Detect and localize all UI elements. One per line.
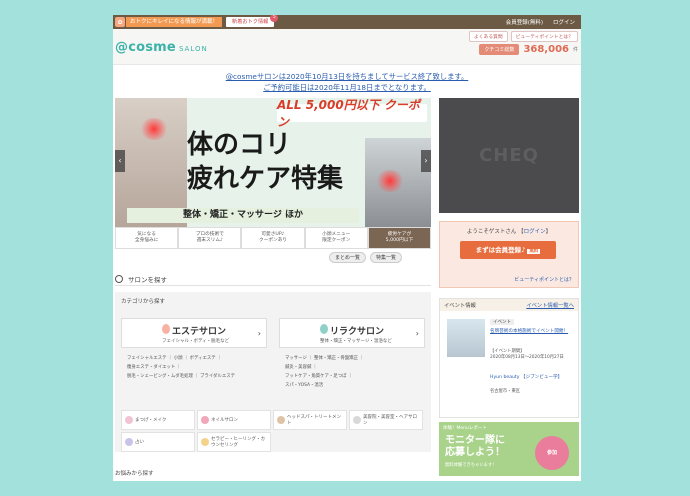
event-photo[interactable] — [447, 319, 485, 357]
banner-subtitle: 整体・矯正・マッサージ ほか — [127, 208, 359, 223]
review-count-unit: 件 — [572, 47, 578, 53]
search-title: サロンを探す — [128, 275, 167, 284]
crystal-ball-icon — [125, 438, 133, 446]
more-links: まとめ一覧 特集一覧 — [329, 252, 403, 263]
event-tag: イベント — [490, 319, 514, 325]
event2-location: 名古屋市・東区 — [490, 389, 521, 394]
tile-fortune[interactable]: 占い — [121, 432, 195, 452]
account-links: 会員登録(無料) ログイン — [506, 15, 575, 29]
thumb-2[interactable]: プロの技術で 週末スリム♪ — [178, 227, 242, 249]
concern-heading: お悩みから探す — [115, 471, 154, 477]
faq-link[interactable]: よくある質問 — [468, 31, 508, 42]
banner-next-arrow[interactable]: › — [421, 150, 431, 172]
monitor-title: モニター隊に 応募しよう！ — [445, 435, 505, 458]
event-box: イベント情報 イベント情報一覧へ イベント 名牌芸術の本格施術でイベント開催！ … — [439, 298, 579, 418]
review-count: クチコミ総数 368,006 件 — [479, 44, 578, 55]
monitor-caption: 無料体験できちゃいます！ — [445, 463, 497, 468]
relax-icon — [320, 324, 328, 334]
banner-prev-arrow[interactable]: ‹ — [115, 150, 125, 172]
login-link[interactable]: ログイン — [553, 18, 575, 26]
logo-salon: SALON — [178, 45, 208, 53]
banner-coupon: ALL 5,000円以下 クーポン — [277, 98, 427, 129]
guest-box: ようこそゲストさん 【ログイン】 まずは会員登録♪ 無料 ビューティポイントとは？ — [439, 221, 579, 288]
relax-salon-card[interactable]: リラクサロン 整体・矯正・マッサージ・温浴など › — [279, 318, 425, 348]
tile-nail-salon[interactable]: ネイルサロン — [197, 410, 271, 430]
header: @cosme SALON よくある質問 ビューティポイントとは？ クチコミ総数 3… — [113, 29, 581, 65]
guest-greeting: ようこそゲストさん 【ログイン】 — [466, 229, 552, 235]
help-links: よくある質問 ビューティポイントとは？ — [468, 31, 578, 42]
gift-icon: ✿ — [115, 17, 125, 27]
scissors-icon — [353, 416, 361, 424]
event-title-link[interactable]: 名牌芸術の本格施術でイベント開催！ — [490, 329, 576, 335]
review-count-number: 368,006 — [523, 44, 569, 55]
relax-name: リラクサロン — [330, 327, 385, 337]
search-section-title: サロンを探す — [115, 272, 431, 286]
register-link[interactable]: 会員登録(無料) — [506, 18, 543, 26]
notice-line-2: ご予約可能日は2020年11月18日までとなります。 — [263, 83, 431, 92]
thumb-1[interactable]: 気になる 全身悩みに — [115, 227, 179, 249]
healing-icon — [201, 438, 209, 446]
event-period: 【イベント期間】 2020年08月13日～2020年10月27日 — [490, 349, 564, 360]
head-spa-icon — [277, 416, 285, 424]
promo-text: おトクにキレイになる情報が満載！ — [126, 17, 223, 27]
guest-login-link[interactable]: ログイン — [524, 229, 546, 235]
esthe-icon — [162, 324, 170, 334]
feature-banner[interactable]: ALL 5,000円以下 クーポン 体のコリ 疲れケア特集 整体・矯正・マッサー… — [115, 98, 431, 227]
beauty-point-link[interactable]: ビューティポイントとは？ — [510, 31, 578, 42]
pain-highlight — [139, 118, 169, 140]
top-bar: ✿ おトクにキレイになる情報が満載！ 新着おトク情報 5 会員登録(無料) ログ… — [113, 15, 581, 29]
sidebar: CHEQ ようこそゲストさん 【ログイン】 まずは会員登録♪ 無料 ビューティポイ… — [439, 98, 579, 476]
review-count-label: クチコミ総数 — [479, 44, 520, 55]
logo[interactable]: @cosme SALON — [115, 40, 208, 55]
category-search: カテゴリから探す エステサロン フェイシャル・ボディ・脱毛など › リラクサロン… — [115, 292, 431, 452]
page: ✿ おトクにキレイになる情報が満載！ 新着おトク情報 5 会員登録(無料) ログ… — [113, 15, 581, 481]
event-list-link[interactable]: イベント情報一覧へ — [526, 301, 574, 309]
free-badge: 無料 — [527, 249, 541, 254]
banner-thumbnails: 気になる 全身悩みに プロの技術で 週末スリム♪ 可愛さUP♪ クーポンあり 小顔メニ… — [115, 227, 432, 249]
new-deals-count: 5 — [270, 15, 279, 22]
category-tiles: まつげ・メイク ネイルサロン ヘッドスパ・トリートメント 美容院・美容室・ヘアサ… — [121, 410, 423, 452]
banner-title: 体のコリ 疲れケア特集 — [187, 130, 344, 194]
beauty-point-side-link[interactable]: ビューティポイントとは？ — [514, 276, 574, 283]
pain-highlight-2 — [375, 170, 405, 192]
service-end-notice[interactable]: @cosmeサロンは2020年10月13日を持ちましてサービス終了致します。 ご… — [113, 71, 581, 93]
monitor-badge: 参加 — [535, 436, 569, 470]
esthe-name: エステサロン — [172, 327, 227, 337]
notice-line-1: @cosmeサロンは2020年10月13日を持ちましてサービス終了致します。 — [225, 72, 469, 81]
monitor-small-label: 体験！Menuレポート — [443, 426, 487, 431]
esthe-subcategories[interactable]: フェイシャルエステ ｜ 小顔 ｜ ボディエステ ｜ 痩身エステ・ダイエット ｜ … — [127, 354, 235, 381]
event-header: イベント情報 イベント情報一覧へ — [440, 299, 578, 311]
relax-desc: 整体・矯正・マッサージ・温浴など — [320, 339, 392, 344]
summary-list-link[interactable]: まとめ一覧 — [329, 252, 367, 263]
event2-title-link[interactable]: Hyun beauty 【ジブンビュー学】 — [490, 375, 576, 381]
relax-subcategories[interactable]: マッサージ ｜ 整体・矯正・骨盤矯正 ｜ 鍼灸・美容鍼 ｜ フットケア・角質ケア… — [285, 354, 364, 390]
thumb-3[interactable]: 可愛さUP♪ クーポンあり — [241, 227, 305, 249]
nail-icon — [201, 416, 209, 424]
promo-strip[interactable]: ✿ おトクにキレイになる情報が満載！ 新着おトク情報 5 — [115, 15, 279, 28]
logo-text: @cosme — [115, 40, 176, 55]
new-deals-button[interactable]: 新着おトク情報 5 — [226, 15, 279, 27]
search-icon — [115, 274, 123, 283]
tile-therapy[interactable]: セラピー・ヒーリング・カウンセリング — [197, 432, 271, 452]
event-heading: イベント情報 — [444, 303, 476, 309]
eyelash-icon — [125, 416, 133, 424]
chevron-right-icon: › — [415, 329, 419, 338]
tile-hair-salon[interactable]: 美容院・美容室・ヘアサロン — [349, 410, 423, 430]
register-button[interactable]: まずは会員登録♪ 無料 — [460, 241, 556, 259]
chevron-right-icon: › — [257, 329, 261, 338]
tile-head-spa[interactable]: ヘッドスパ・トリートメント — [273, 410, 347, 430]
category-heading: カテゴリから探す — [121, 299, 166, 305]
thumb-5[interactable]: 疲労ケアが 5,000円以下 — [367, 227, 432, 249]
ad-block[interactable]: CHEQ — [439, 98, 579, 213]
esthe-desc: フェイシャル・ボディ・脱毛など — [162, 339, 230, 344]
thumb-4[interactable]: 小顔メニュー 限定クーポン — [304, 227, 368, 249]
new-deals-label: 新着おトク情報 — [232, 19, 269, 25]
tile-eyelash-makeup[interactable]: まつげ・メイク — [121, 410, 195, 430]
feature-list-link[interactable]: 特集一覧 — [370, 252, 403, 263]
esthe-salon-card[interactable]: エステサロン フェイシャル・ボディ・脱毛など › — [121, 318, 267, 348]
monitor-banner[interactable]: 体験！Menuレポート モニター隊に 応募しよう！ 無料体験できちゃいます！ 参加 — [439, 422, 579, 476]
